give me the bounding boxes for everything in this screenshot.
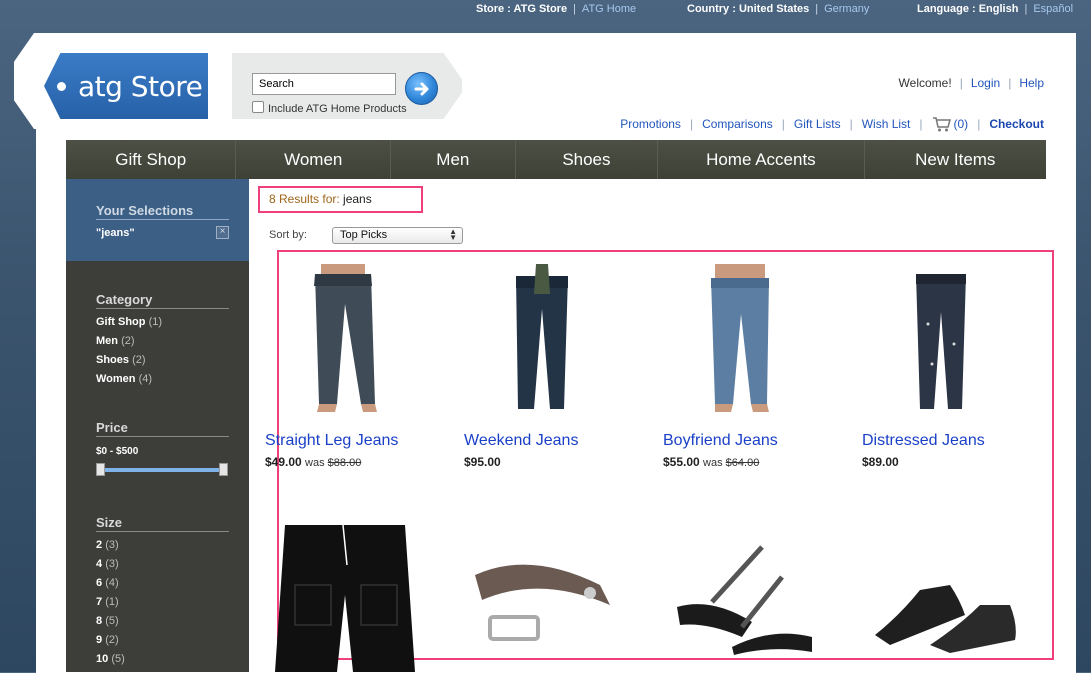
category-women[interactable]: Women (4) bbox=[96, 370, 162, 389]
nav-women[interactable]: Women bbox=[236, 140, 392, 179]
wish-list-link[interactable]: Wish List bbox=[862, 117, 911, 131]
jeans-image[interactable] bbox=[862, 264, 1022, 412]
jeans-image[interactable] bbox=[464, 264, 624, 412]
language-label: Language : English bbox=[917, 3, 1019, 15]
comparisons-link[interactable]: Comparisons bbox=[702, 117, 773, 131]
close-icon[interactable]: × bbox=[216, 226, 229, 239]
logo-text: atg Store bbox=[78, 70, 203, 103]
search-input[interactable]: Search bbox=[252, 73, 396, 95]
sandals-image[interactable] bbox=[672, 537, 822, 657]
product-card[interactable] bbox=[265, 525, 445, 672]
country-selector: Country : United States | Germany bbox=[687, 3, 870, 15]
price-slider[interactable] bbox=[96, 463, 228, 476]
store-label: Store : ATG Store bbox=[476, 3, 568, 15]
product-name[interactable]: Boyfriend Jeans bbox=[663, 432, 778, 450]
nav-shoes[interactable]: Shoes bbox=[516, 140, 659, 179]
cart-link[interactable]: (0) bbox=[932, 117, 969, 132]
account-links: Welcome! | Login | Help bbox=[898, 76, 1044, 90]
main-navigation: Gift Shop Women Men Shoes Home Accents N… bbox=[66, 140, 1046, 179]
product-price: $95.00 bbox=[464, 455, 501, 469]
refinement-sidebar: Your Selections "jeans" × Category Gift … bbox=[66, 179, 249, 672]
category-list: Gift Shop (1) Men (2) Shoes (2) Women (4… bbox=[96, 313, 162, 389]
size-option[interactable]: 2 (3) bbox=[96, 536, 125, 555]
nav-gift-shop[interactable]: Gift Shop bbox=[66, 140, 237, 179]
promotions-link[interactable]: Promotions bbox=[620, 117, 681, 131]
include-atg-home-option[interactable]: Include ATG Home Products bbox=[252, 101, 407, 115]
price-min-handle[interactable] bbox=[96, 463, 105, 476]
selected-term: "jeans" bbox=[96, 227, 135, 239]
nav-home-accents[interactable]: Home Accents bbox=[658, 140, 865, 179]
jeans-image[interactable] bbox=[663, 264, 823, 412]
price-heading: Price bbox=[96, 420, 229, 437]
product-price: $55.00 was $64.00 bbox=[663, 455, 760, 469]
checkout-link[interactable]: Checkout bbox=[989, 117, 1044, 131]
category-heading: Category bbox=[96, 292, 229, 309]
size-option[interactable]: 4 (3) bbox=[96, 555, 125, 574]
welcome-text: Welcome! bbox=[898, 76, 952, 90]
nav-new-items[interactable]: New Items bbox=[865, 140, 1046, 179]
size-option[interactable]: 8 (5) bbox=[96, 612, 125, 631]
size-option[interactable]: 7 (1) bbox=[96, 593, 125, 612]
chevron-updown-icon: ▲ ▼ bbox=[449, 227, 457, 242]
belt-image[interactable] bbox=[470, 545, 620, 645]
atg-home-link[interactable]: ATG Home bbox=[582, 3, 636, 15]
login-link[interactable]: Login bbox=[971, 76, 1000, 90]
store-selector: Store : ATG Store | ATG Home bbox=[476, 3, 637, 15]
dress-shoes-image[interactable] bbox=[870, 545, 1020, 655]
sort-value: Top Picks bbox=[340, 229, 388, 241]
include-checkbox[interactable] bbox=[252, 101, 264, 113]
your-selections-heading: Your Selections bbox=[96, 203, 229, 220]
shorts-image[interactable] bbox=[265, 525, 425, 672]
results-count: 8 Results for: jeans bbox=[258, 186, 423, 213]
results-count-text: 8 Results for: bbox=[269, 192, 340, 206]
utility-links: Promotions | Comparisons | Gift Lists | Wish L… bbox=[620, 117, 1044, 132]
arrow-right-icon bbox=[414, 82, 429, 96]
espanol-link[interactable]: Español bbox=[1033, 3, 1073, 15]
include-label: Include ATG Home Products bbox=[268, 103, 407, 115]
category-men[interactable]: Men (2) bbox=[96, 332, 162, 351]
top-utility-bar: Store : ATG Store | ATG Home Country : Uni… bbox=[0, 0, 1091, 20]
product-name[interactable]: Weekend Jeans bbox=[464, 432, 578, 450]
help-link[interactable]: Help bbox=[1019, 76, 1044, 90]
category-gift-shop[interactable]: Gift Shop (1) bbox=[96, 313, 162, 332]
language-selector: Language : English | Español bbox=[917, 3, 1074, 15]
search-button[interactable] bbox=[405, 72, 438, 105]
sort-dropdown[interactable]: Top Picks ▲ ▼ bbox=[332, 227, 463, 244]
size-option[interactable]: 10 (5) bbox=[96, 650, 125, 669]
size-option[interactable]: 9 (2) bbox=[96, 631, 125, 650]
gift-lists-link[interactable]: Gift Lists bbox=[794, 117, 841, 131]
country-label: Country : United States bbox=[687, 3, 810, 15]
category-shoes[interactable]: Shoes (2) bbox=[96, 351, 162, 370]
size-list: 2 (3) 4 (3) 6 (4) 7 (1) 8 (5) 9 (2) 10 (… bbox=[96, 536, 125, 669]
price-range-text: $0 - $500 bbox=[96, 446, 139, 457]
germany-link[interactable]: Germany bbox=[824, 3, 869, 15]
size-option[interactable]: 6 (4) bbox=[96, 574, 125, 593]
product-price: $49.00 was $88.00 bbox=[265, 455, 362, 469]
cart-icon bbox=[932, 117, 951, 132]
results-term: jeans bbox=[343, 192, 372, 206]
atg-store-logo[interactable]: atg Store bbox=[44, 53, 208, 119]
sort-label: Sort by: bbox=[269, 229, 307, 241]
product-name[interactable]: Distressed Jeans bbox=[862, 432, 985, 450]
product-price: $89.00 bbox=[862, 455, 899, 469]
jeans-image[interactable] bbox=[265, 264, 425, 412]
product-name[interactable]: Straight Leg Jeans bbox=[265, 432, 398, 450]
nav-men[interactable]: Men bbox=[391, 140, 516, 179]
cart-count: (0) bbox=[953, 117, 969, 131]
logo-dot bbox=[57, 82, 66, 91]
price-max-handle[interactable] bbox=[219, 463, 228, 476]
your-selections-panel: Your Selections "jeans" × bbox=[66, 179, 249, 261]
size-heading: Size bbox=[96, 515, 229, 532]
